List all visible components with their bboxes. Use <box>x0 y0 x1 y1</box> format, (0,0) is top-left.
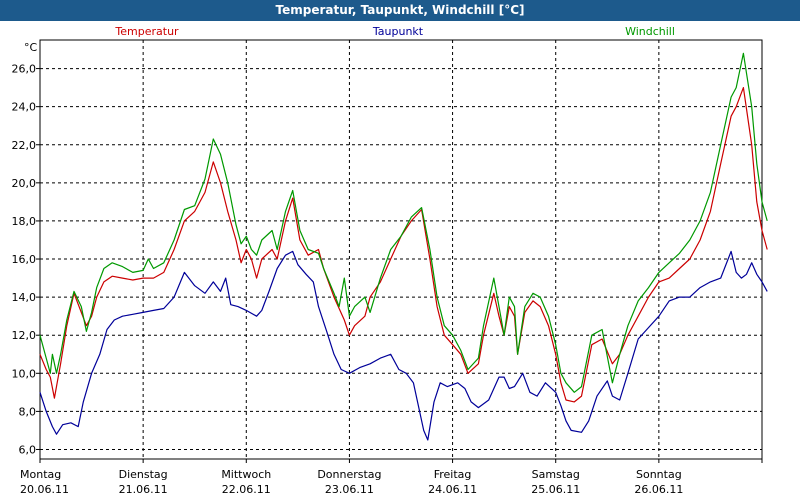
y-axis-unit-label: °C <box>24 41 38 54</box>
x-tick-day-label: Sonntag <box>636 468 682 481</box>
x-tick-day-label: Donnerstag <box>317 468 381 481</box>
y-tick-label: 20,0 <box>12 177 37 190</box>
y-tick-label: 24,0 <box>12 101 37 114</box>
x-tick-date-label: 20.06.11 <box>20 483 69 496</box>
x-tick-date-label: 23.06.11 <box>325 483 374 496</box>
y-tick-label: 22,0 <box>12 139 37 152</box>
y-tick-label: 10,0 <box>12 367 37 380</box>
y-tick-label: 14,0 <box>12 291 37 304</box>
y-tick-label: 18,0 <box>12 215 37 228</box>
y-tick-label: 26,0 <box>12 63 37 76</box>
x-tick-day-label: Freitag <box>434 468 472 481</box>
y-tick-label: 12,0 <box>12 329 37 342</box>
x-tick-date-label: 24.06.11 <box>428 483 477 496</box>
y-tick-label: 16,0 <box>12 253 37 266</box>
legend-entry-temperatur: Temperatur <box>114 25 179 38</box>
x-tick-date-label: 25.06.11 <box>531 483 580 496</box>
chart-window: Temperatur, Taupunkt, Windchill [°C] 6,0… <box>0 0 800 500</box>
x-tick-date-label: 26.06.11 <box>634 483 683 496</box>
plot-area <box>39 39 763 460</box>
x-tick-day-label: Samstag <box>532 468 580 481</box>
legend-entry-windchill: Windchill <box>625 25 675 38</box>
window-title: Temperatur, Taupunkt, Windchill [°C] <box>0 0 800 21</box>
x-tick-day-label: Dienstag <box>119 468 168 481</box>
x-tick-day-label: Montag <box>20 468 61 481</box>
line-chart: 6,0 8,0 10,0 12,0 14,0 16,0 18,0 20,0 22,0 24,0 26… <box>12 25 768 496</box>
x-tick-date-label: 22.06.11 <box>222 483 271 496</box>
x-tick-date-label: 21.06.11 <box>119 483 168 496</box>
y-tick-label: 8,0 <box>19 405 37 418</box>
y-tick-label: 6,0 <box>19 443 37 456</box>
legend-entry-taupunkt: Taupunkt <box>372 25 424 38</box>
x-tick-day-label: Mittwoch <box>221 468 271 481</box>
